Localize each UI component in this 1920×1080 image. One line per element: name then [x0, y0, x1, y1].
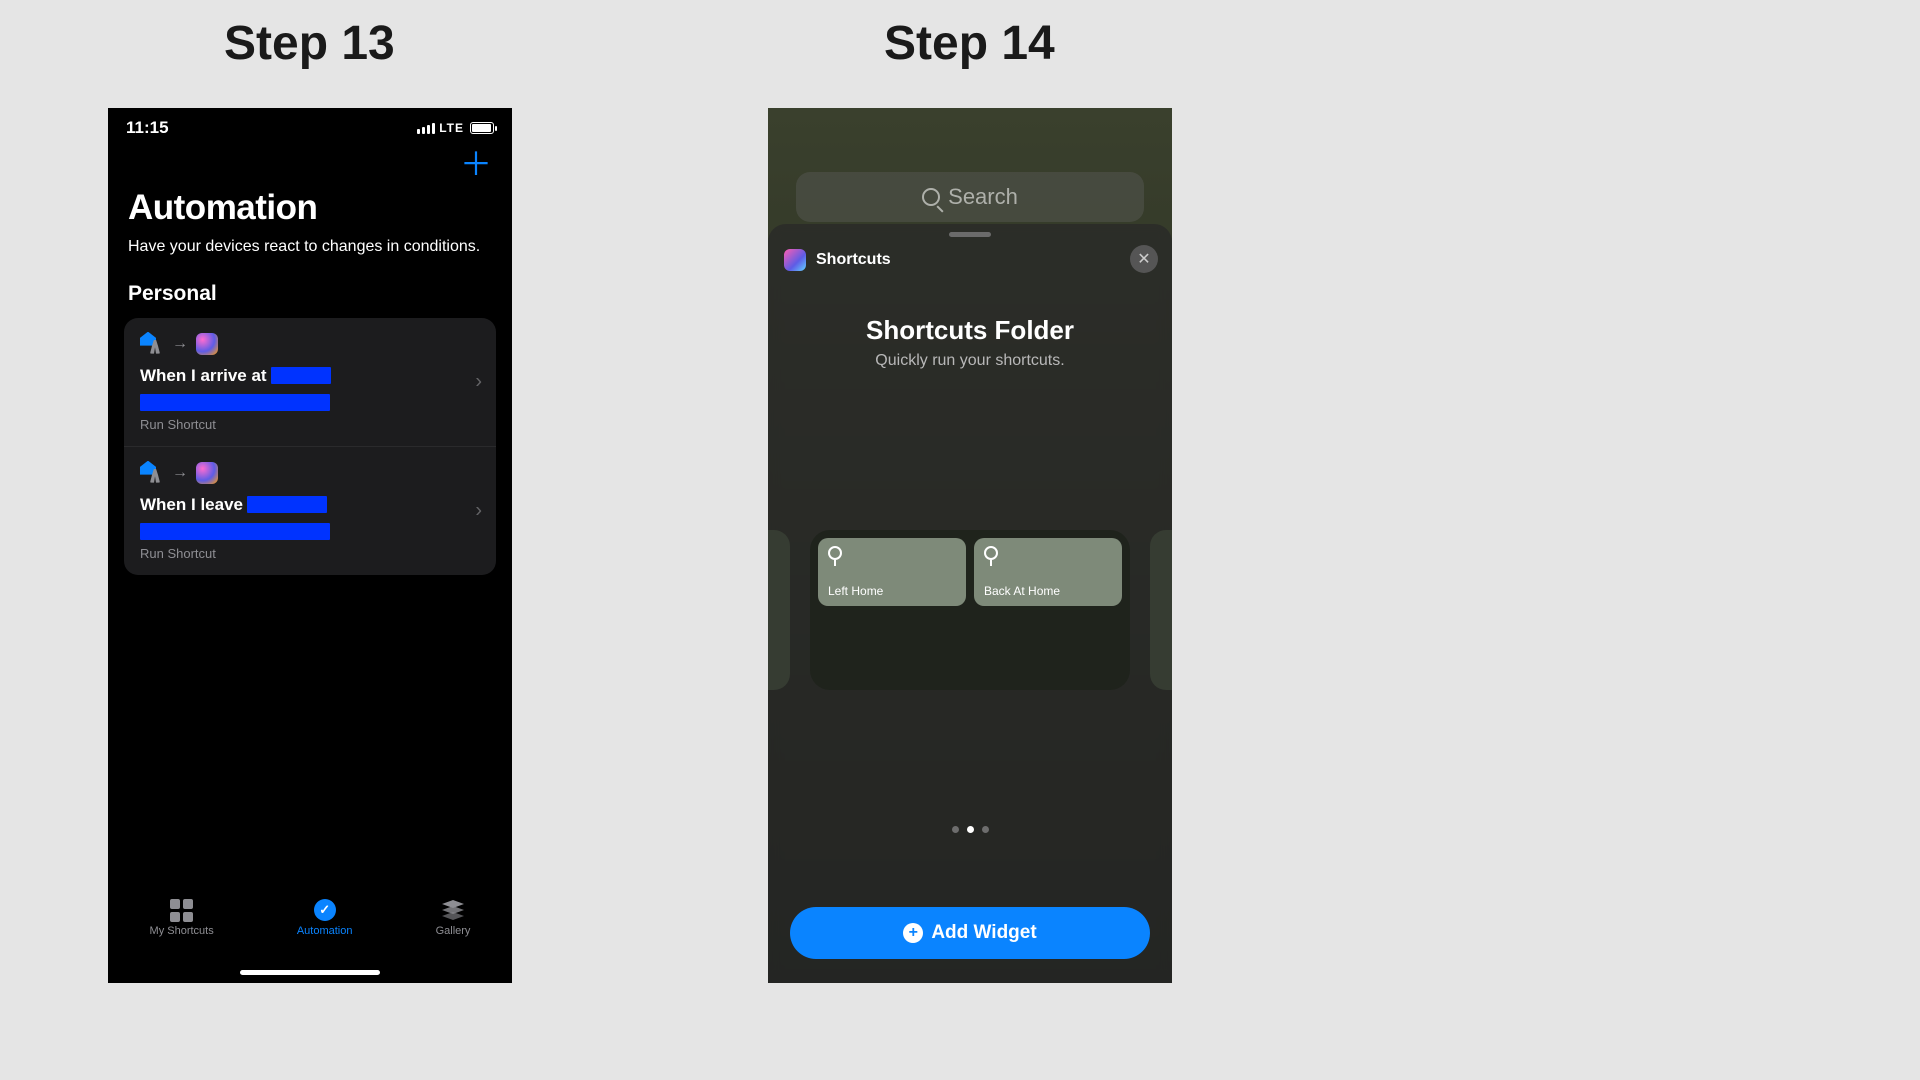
widget-picker-sheet: Shortcuts ✕ Shortcuts Folder Quickly run… — [768, 224, 1172, 983]
automation-item-leave[interactable]: → When I leave Run Shortcut › — [124, 446, 496, 575]
chevron-right-icon: › — [475, 499, 482, 522]
shortcuts-app-icon — [784, 249, 806, 271]
automation-leave-action: Run Shortcut — [140, 546, 480, 561]
sheet-title: Shortcuts Folder — [768, 315, 1172, 346]
widget-carousel[interactable]: Left Home Back At Home — [768, 370, 1172, 750]
automation-arrive-action: Run Shortcut — [140, 417, 480, 432]
grid-icon — [170, 899, 193, 922]
search-field[interactable]: Search — [796, 172, 1144, 222]
automation-icon: ✓ — [314, 899, 336, 921]
shortcut-tile-label: Left Home — [828, 584, 956, 598]
shortcut-tile-left-home[interactable]: Left Home — [818, 538, 966, 606]
automation-list: → When I arrive at Run Shortcut › → When… — [124, 318, 496, 575]
automation-leave-title: When I leave — [140, 495, 243, 515]
page-subtitle: Have your devices react to changes in co… — [128, 236, 492, 258]
sheet-app-label: Shortcuts — [816, 251, 891, 269]
tab-gallery-label: Gallery — [436, 925, 471, 937]
step-14-label: Step 14 — [884, 16, 1055, 71]
chevron-right-icon: › — [475, 370, 482, 393]
tab-automation-label: Automation — [297, 925, 353, 937]
search-placeholder: Search — [948, 184, 1018, 210]
redacted-text — [271, 367, 331, 384]
redacted-text — [247, 496, 327, 513]
status-right: LTE — [417, 121, 494, 135]
phone-step-13: 11:15 LTE ＋ Automation Have your devices… — [108, 108, 512, 983]
search-icon — [922, 188, 940, 206]
page-indicator[interactable] — [768, 826, 1172, 833]
page-dot — [982, 826, 989, 833]
location-pin-icon — [984, 546, 998, 560]
widget-preview-prev[interactable] — [768, 530, 790, 690]
section-personal: Personal — [108, 266, 512, 314]
home-indicator[interactable] — [240, 970, 380, 975]
close-button[interactable]: ✕ — [1130, 245, 1158, 273]
tab-my-shortcuts[interactable]: My Shortcuts — [150, 899, 214, 937]
arrow-icon: → — [172, 335, 188, 353]
arrow-icon: → — [172, 464, 188, 482]
add-automation-button[interactable]: ＋ — [460, 148, 492, 180]
shortcut-tile-empty — [818, 614, 966, 682]
gallery-icon — [442, 900, 464, 920]
carrier-label: LTE — [439, 121, 464, 135]
cell-signal-icon — [417, 123, 435, 134]
status-time: 11:15 — [126, 118, 169, 138]
close-icon: ✕ — [1137, 249, 1150, 269]
sheet-subtitle: Quickly run your shortcuts. — [768, 352, 1172, 370]
step-13-label: Step 13 — [224, 16, 395, 71]
shortcuts-icon — [196, 333, 218, 355]
shortcut-tile-label: Back At Home — [984, 584, 1112, 598]
widget-preview-current: Left Home Back At Home — [810, 530, 1130, 690]
tab-gallery[interactable]: Gallery — [436, 899, 471, 937]
sheet-grabber[interactable] — [949, 232, 991, 237]
shortcut-tile-back-at-home[interactable]: Back At Home — [974, 538, 1122, 606]
shortcuts-icon — [196, 462, 218, 484]
page-dot-active — [967, 826, 974, 833]
automation-item-arrive[interactable]: → When I arrive at Run Shortcut › — [124, 318, 496, 446]
add-widget-label: Add Widget — [931, 922, 1036, 944]
status-bar: 11:15 LTE — [108, 108, 512, 142]
location-pin-icon — [828, 546, 842, 560]
shortcut-tile-empty — [974, 614, 1122, 682]
add-widget-button[interactable]: + Add Widget — [790, 907, 1150, 959]
plus-circle-icon: + — [903, 923, 923, 943]
tab-my-shortcuts-label: My Shortcuts — [150, 925, 214, 937]
redacted-text — [140, 523, 330, 540]
phone-step-14: Search Shortcuts ✕ Shortcuts Folder Quic… — [768, 108, 1172, 983]
battery-icon — [470, 122, 494, 134]
page-dot — [952, 826, 959, 833]
leave-location-icon — [140, 461, 164, 485]
tab-bar: My Shortcuts ✓ Automation Gallery — [108, 891, 512, 983]
widget-preview-next[interactable] — [1150, 530, 1172, 690]
tab-automation[interactable]: ✓ Automation — [297, 899, 353, 937]
page-title: Automation — [128, 188, 492, 228]
arrive-location-icon — [140, 332, 164, 356]
redacted-text — [140, 394, 330, 411]
automation-arrive-title: When I arrive at — [140, 366, 267, 386]
